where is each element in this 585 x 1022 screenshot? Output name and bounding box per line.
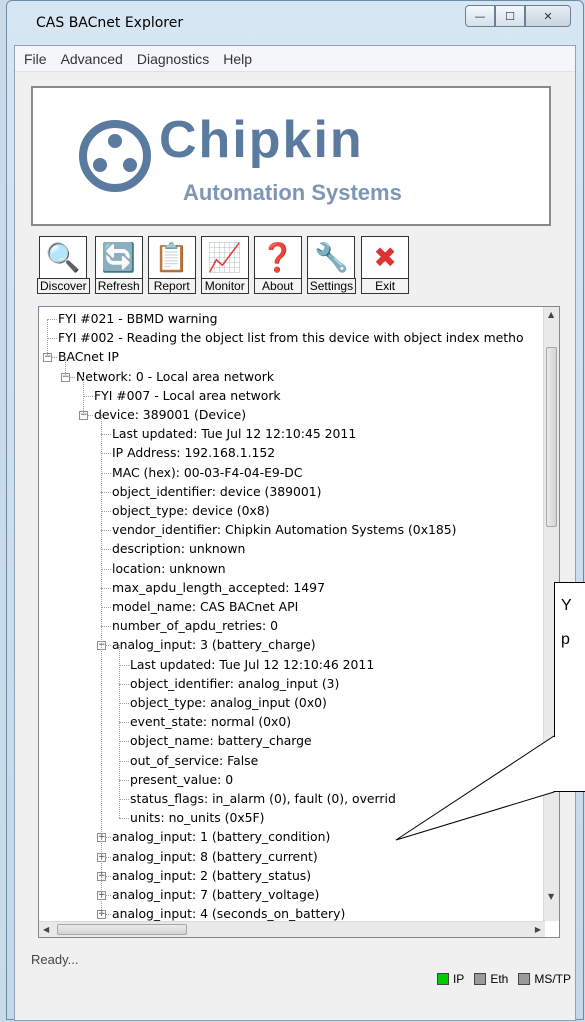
callout-pointer — [395, 735, 555, 841]
